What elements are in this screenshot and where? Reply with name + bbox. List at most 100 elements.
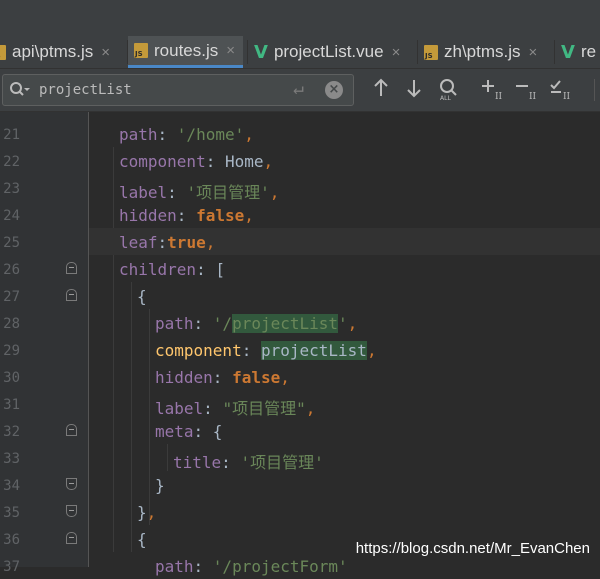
code-text: { xyxy=(137,530,147,549)
fold-marker-icon[interactable] xyxy=(66,262,77,274)
code-text: meta: { xyxy=(155,422,222,441)
code-token: children xyxy=(119,260,197,279)
code-line[interactable]: 29 component: projectList, xyxy=(0,336,600,363)
next-occurrence-icon[interactable] xyxy=(405,77,423,103)
code-line[interactable]: 32 meta: { xyxy=(0,417,600,444)
code-text: path: '/projectList', xyxy=(155,314,357,333)
tab-routes-js[interactable]: routes.js × xyxy=(128,36,244,68)
tab-divider xyxy=(247,40,248,64)
close-tab-icon[interactable]: × xyxy=(226,42,235,59)
js-file-icon xyxy=(0,44,6,60)
code-token: component xyxy=(119,152,206,171)
code-text: component: Home, xyxy=(119,152,273,171)
code-token: ' xyxy=(338,314,348,333)
svg-text:II: II xyxy=(529,92,537,101)
code-token: "项目管理" xyxy=(222,399,306,418)
line-number: 30 xyxy=(3,370,20,386)
fold-marker-icon[interactable] xyxy=(66,289,77,301)
code-token: hidden xyxy=(119,206,177,225)
code-token: { xyxy=(137,287,147,306)
close-tab-icon[interactable]: × xyxy=(101,44,110,61)
line-number: 31 xyxy=(3,397,20,413)
code-token: : xyxy=(241,341,261,360)
close-tab-icon[interactable]: × xyxy=(392,44,401,61)
code-token: : xyxy=(157,125,177,144)
code-text: hidden: false, xyxy=(155,368,290,387)
tab-divider xyxy=(417,40,418,64)
line-number: 27 xyxy=(3,289,20,305)
line-number: 26 xyxy=(3,262,20,278)
find-bar: ↵ × ALL II II II xyxy=(0,69,600,112)
code-text: label: "项目管理", xyxy=(155,395,315,419)
svg-text:II: II xyxy=(495,92,503,101)
search-input[interactable] xyxy=(39,79,279,101)
code-text: }, xyxy=(137,503,156,522)
code-line[interactable]: 33 title: '项目管理' xyxy=(0,444,600,473)
add-selection-icon[interactable]: II xyxy=(482,77,506,103)
code-line[interactable]: 27 { xyxy=(0,282,600,309)
code-token: label xyxy=(155,399,204,418)
search-icon[interactable] xyxy=(9,81,31,99)
line-number: 21 xyxy=(3,127,20,143)
code-token: , xyxy=(347,314,358,333)
code-token: hidden xyxy=(155,368,213,387)
line-number: 25 xyxy=(3,235,20,251)
code-line[interactable]: 31 label: "项目管理", xyxy=(0,390,600,419)
code-token: } xyxy=(137,503,147,522)
code-token: , xyxy=(244,125,254,144)
code-text: component: projectList, xyxy=(155,341,377,360)
code-token: component xyxy=(155,341,242,360)
search-field[interactable]: ↵ × xyxy=(2,74,354,106)
code-text: path: '/home', xyxy=(119,125,254,144)
code-token: path xyxy=(119,125,158,144)
code-text: label: '项目管理', xyxy=(119,179,279,203)
code-line[interactable]: 26 children: [ xyxy=(0,255,600,282)
tab-re[interactable]: Vre xyxy=(555,36,600,68)
code-editor[interactable]: 21 path: '/home', 22 component: Home, 23 labe… xyxy=(0,112,600,576)
code-token: '项目管理' xyxy=(186,183,270,202)
enter-icon: ↵ xyxy=(293,78,304,99)
line-number: 32 xyxy=(3,424,20,440)
fold-marker-icon[interactable] xyxy=(66,532,77,544)
title-bar xyxy=(0,0,600,36)
fold-marker-icon[interactable] xyxy=(66,505,77,517)
watermark: https://blog.csdn.net/Mr_EvanChen xyxy=(355,540,590,557)
code-text: { xyxy=(137,287,147,306)
code-line[interactable]: 22 component: Home, xyxy=(0,147,600,174)
code-token: : xyxy=(157,233,168,252)
code-token: : xyxy=(212,368,233,387)
code-token: , xyxy=(305,399,316,418)
code-token: label xyxy=(119,183,168,202)
code-line[interactable]: 35}, xyxy=(0,498,600,525)
select-all-occurrences-icon[interactable]: II xyxy=(550,77,574,103)
tab-zh-ptms-js[interactable]: zh\ptms.js × xyxy=(418,36,545,68)
code-line[interactable]: 24 hidden: false, xyxy=(0,201,600,228)
tab-projectlist-vue[interactable]: VprojectList.vue × xyxy=(248,36,408,68)
code-token: , xyxy=(146,503,157,522)
previous-occurrence-icon[interactable] xyxy=(372,77,390,103)
remove-selection-icon[interactable]: II xyxy=(516,77,540,103)
find-all-icon[interactable]: ALL xyxy=(438,77,462,103)
fold-marker-icon[interactable] xyxy=(66,478,77,490)
code-text: title: '项目管理' xyxy=(173,449,324,473)
tab-api-ptms-js[interactable]: api\ptms.js × xyxy=(0,36,118,68)
fold-marker-icon[interactable] xyxy=(66,424,77,436)
code-line[interactable]: 25 leaf:true, xyxy=(3,228,600,255)
close-tab-icon[interactable]: × xyxy=(529,44,538,61)
code-token: : [ xyxy=(196,260,225,279)
tab-label: routes.js xyxy=(154,40,219,60)
code-line[interactable]: 21 path: '/home', xyxy=(0,120,600,147)
code-line[interactable]: 28 path: '/projectList', xyxy=(0,309,600,336)
line-number: 33 xyxy=(3,451,20,467)
code-token: false xyxy=(232,368,281,387)
line-number: 36 xyxy=(3,532,20,548)
code-token: } xyxy=(155,476,165,495)
code-line[interactable]: 30 hidden: false, xyxy=(0,363,600,390)
line-number: 23 xyxy=(3,181,20,197)
code-text: } xyxy=(155,476,165,495)
line-number: 35 xyxy=(3,505,20,521)
code-line[interactable]: 34} xyxy=(0,471,600,498)
clear-search-icon[interactable]: × xyxy=(325,81,343,99)
line-number: 24 xyxy=(3,208,20,224)
code-line[interactable]: 23 label: '项目管理', xyxy=(0,174,600,203)
